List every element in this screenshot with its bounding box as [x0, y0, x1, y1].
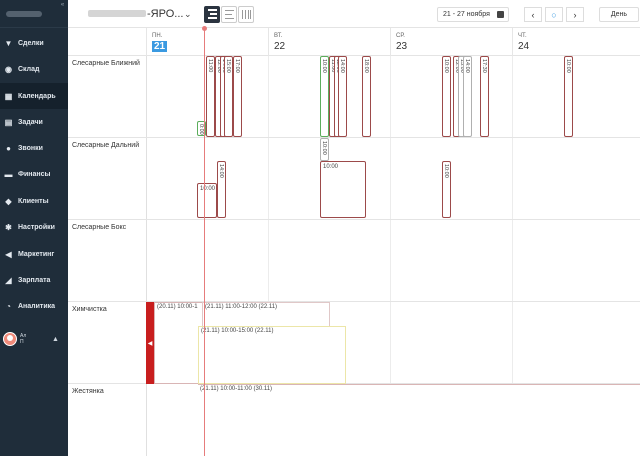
resource-label: Слесарные Ближний [72, 60, 140, 67]
list-view-icon [224, 10, 234, 19]
columns-view-icon [241, 10, 251, 19]
chart-icon: ◔ [6, 301, 11, 311]
sidebar-item-label: Зарплата [18, 276, 51, 284]
sidebar: « ▼ Сделки ◉ Склад ▦ Календарь ▤ Задачи ● Зво… [0, 0, 68, 456]
resource-label: Слесарные Бокс [72, 224, 127, 231]
calendar-event[interactable]: (21.11) 10:00-11:00 (30.11) [198, 384, 640, 456]
avatar[interactable] [3, 332, 17, 346]
gear-icon: ✱ [5, 222, 12, 232]
sidebar-item-finance[interactable]: ▬ Финансы [0, 161, 68, 187]
megaphone-icon: ◀ [5, 249, 12, 259]
calendar-event[interactable]: 17:30 [480, 56, 489, 137]
calendar-event[interactable]: 18:00 [362, 56, 371, 137]
date-range-text: 21 - 27 ноября [443, 11, 490, 18]
today-button[interactable]: ○ [545, 7, 563, 22]
sidebar-item-warehouse[interactable]: ◉ Склад [0, 56, 68, 82]
sidebar-item-analytics[interactable]: ◔ Аналитика [0, 293, 68, 319]
resource-label: Слесарные Дальний [72, 142, 140, 149]
sidebar-item-label: Клиенты [18, 197, 49, 205]
calendar-event[interactable]: 15:00 [224, 56, 233, 137]
top-bar: -ЯРО... ⌄ 21 - 27 ноября ‹ ○ › День [68, 0, 640, 28]
day-column-header[interactable]: ЧТ. 24 [512, 28, 640, 56]
sidebar-item-label: Задачи [18, 118, 43, 126]
day-column-header[interactable]: СР. 23 [390, 28, 512, 56]
sidebar-item-label: Звонки [18, 144, 43, 152]
branch-title[interactable]: -ЯРО... [147, 8, 183, 20]
day-number: 24 [518, 41, 530, 52]
calendar-event[interactable]: 10:00 [564, 56, 573, 137]
calendar-event[interactable]: 14:00 [463, 56, 472, 137]
box-icon: ◉ [5, 64, 12, 74]
chevron-down-icon[interactable]: ⌄ [184, 9, 192, 20]
calendar-event[interactable]: 10:00 [442, 56, 451, 137]
day-of-week: ЧТ. [518, 33, 527, 39]
current-time-line [204, 28, 205, 456]
sidebar-item-label: Маркетинг [18, 250, 55, 258]
sidebar-item-deals[interactable]: ▼ Сделки [0, 30, 68, 56]
calendar-event[interactable]: 14:00 [338, 56, 347, 137]
day-header: ПН. 21 ВТ. 22 СР. 23 ЧТ. 24 [68, 28, 640, 56]
sidebar-item-clients[interactable]: ◆ Клиенты [0, 188, 68, 214]
date-range-picker[interactable]: 21 - 27 ноября [437, 7, 509, 22]
tasks-icon: ▤ [4, 117, 13, 127]
resource-label: Химчистка [72, 306, 107, 313]
columns-view-button[interactable] [238, 6, 254, 23]
sidebar-item-settings[interactable]: ✱ Настройки [0, 214, 68, 240]
prev-week-button[interactable]: ‹ [524, 7, 542, 22]
expand-events-tab[interactable]: ◀ [146, 302, 154, 384]
day-of-week: СР. [396, 33, 405, 39]
calendar-event[interactable]: 17:00 [233, 56, 242, 137]
user-name: Ал П [20, 333, 27, 345]
sidebar-item-label: Склад [18, 65, 40, 73]
day-view-button[interactable]: День [599, 7, 639, 22]
calendar-event[interactable]: 10:00 [320, 138, 329, 161]
funnel-icon: ▼ [4, 38, 13, 48]
resource-row: Слесарные Бокс [68, 220, 640, 302]
sidebar-item-calls[interactable]: ● Звонки [0, 135, 68, 161]
calendar-event[interactable]: (21.11) 10:00-15:00 (22.11) [198, 326, 346, 384]
day-column-header[interactable]: ВТ. 22 [268, 28, 390, 56]
sidebar-item-label: Финансы [18, 170, 51, 178]
calendar-icon: ▦ [4, 91, 13, 101]
day-of-week: ВТ. [274, 33, 283, 39]
collapse-sidebar-icon[interactable]: « [59, 2, 66, 9]
user-profile[interactable]: Ал П ▲ [0, 328, 68, 350]
logo[interactable] [0, 0, 68, 28]
sidebar-item-salary[interactable]: ◢ Зарплата [0, 267, 68, 293]
sidebar-item-label: Аналитика [18, 302, 56, 310]
money-icon: ◢ [5, 275, 12, 285]
calendar-event[interactable]: 10:00 [442, 161, 451, 218]
bell-icon[interactable]: ▲ [52, 336, 59, 343]
resource-view-icon [207, 9, 217, 19]
calendar-event[interactable]: 10:00 [320, 161, 366, 218]
sidebar-item-calendar[interactable]: ▦ Календарь [0, 83, 68, 109]
calendar-grid: Слесарные Ближний Слесарные Дальний Слес… [68, 56, 640, 456]
wallet-icon: ▬ [4, 169, 13, 179]
sidebar-item-label: Настройки [18, 223, 55, 231]
next-week-button[interactable]: › [566, 7, 584, 22]
list-view-button[interactable] [221, 6, 237, 23]
calendar-icon [497, 11, 504, 18]
branch-name-blurred [88, 10, 146, 17]
sidebar-item-marketing[interactable]: ◀ Маркетинг [0, 241, 68, 267]
day-number: 22 [274, 41, 286, 52]
resource-view-button[interactable] [204, 6, 220, 23]
calendar-event[interactable]: 10:00 [197, 183, 217, 218]
sidebar-item-tasks[interactable]: ▤ Задачи [0, 109, 68, 135]
day-number: 23 [396, 41, 408, 52]
day-column-header[interactable]: ПН. 21 [146, 28, 268, 56]
phone-icon: ● [6, 143, 11, 153]
day-number-today: 21 [152, 41, 168, 52]
resource-row: Слесарные Ближний [68, 56, 640, 138]
users-icon: ◆ [5, 196, 12, 206]
sidebar-item-label: Календарь [18, 92, 56, 100]
resource-label: Жестянка [72, 388, 104, 395]
calendar-event[interactable]: 11:00 [206, 56, 215, 137]
calendar-event[interactable]: 10:00 [320, 56, 329, 137]
sidebar-item-label: Сделки [18, 39, 44, 47]
calendar-event[interactable]: 14:00 [217, 161, 226, 218]
day-of-week: ПН. [152, 33, 163, 39]
